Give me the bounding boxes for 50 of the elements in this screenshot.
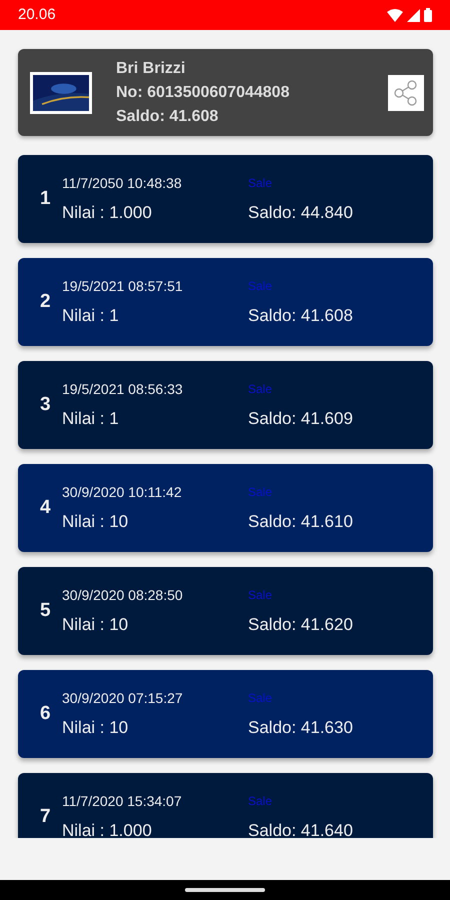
battery-icon <box>424 8 432 22</box>
transaction-amount: Nilai : 10 <box>62 716 130 739</box>
row-number: 4 <box>40 496 52 520</box>
transaction-card[interactable]: 5 30/9/2020 08:28:50 Sale Nilai : 10 Saldo: 41.620 <box>18 567 433 655</box>
wifi-icon <box>387 8 403 22</box>
transaction-datetime: 30/9/2020 08:28:50 <box>62 586 184 605</box>
row-number: 6 <box>40 702 52 726</box>
transaction-card[interactable]: 1 11/7/2050 10:48:38 Sale Nilai : 1.000 Saldo: 44.840 <box>18 155 433 243</box>
transaction-card[interactable]: 3 19/5/2021 08:56:33 Sale Nilai : 1 Saldo: 41.609 <box>18 361 433 449</box>
status-time: 20.06 <box>18 4 56 25</box>
transaction-balance: Saldo: 41.640 <box>248 820 353 838</box>
transaction-card[interactable]: 4 30/9/2020 10:11:42 Sale Nilai : 10 Saldo: 41.610 <box>18 464 433 552</box>
transaction-card[interactable]: 6 30/9/2020 07:15:27 Sale Nilai : 10 Saldo: 41.630 <box>18 670 433 758</box>
share-button[interactable] <box>388 74 424 110</box>
transaction-amount: Nilai : 1.000 <box>62 820 153 838</box>
transaction-balance: Saldo: 41.630 <box>248 716 353 739</box>
row-number: 3 <box>40 392 52 417</box>
row-number: 2 <box>40 290 52 314</box>
transaction-amount: Nilai : 1 <box>62 304 120 327</box>
transaction-type: Sale <box>248 278 272 296</box>
transaction-card[interactable]: 7 11/7/2020 15:34:07 Sale Nilai : 1.000 Saldo: 41.640 <box>18 773 433 838</box>
row-number: 1 <box>40 186 52 211</box>
card-name: Bri Brizzi <box>116 58 186 78</box>
transaction-amount: Nilai : 1 <box>62 408 120 430</box>
transaction-type: Sale <box>248 175 272 192</box>
transaction-balance: Saldo: 41.620 <box>248 614 353 636</box>
card-number: No: 6013500607044808 <box>116 82 290 102</box>
transaction-datetime: 19/5/2021 08:57:51 <box>62 276 184 296</box>
transaction-card[interactable]: 2 19/5/2021 08:57:51 Sale Nilai : 1 Saldo: 41.608 <box>18 258 433 346</box>
transaction-amount: Nilai : 10 <box>62 510 130 533</box>
transaction-type: Sale <box>248 793 272 810</box>
card-balance: Saldo: 41.608 <box>116 106 220 126</box>
transaction-amount: Nilai : 10 <box>62 614 130 636</box>
transaction-datetime: 30/9/2020 10:11:42 <box>62 482 183 502</box>
row-number: 7 <box>40 804 52 829</box>
transaction-balance: Saldo: 41.610 <box>248 510 353 533</box>
transaction-balance: Saldo: 44.840 <box>248 202 353 224</box>
transaction-datetime: 11/7/2020 15:34:07 <box>62 792 183 811</box>
transaction-balance: Saldo: 41.609 <box>248 408 353 430</box>
signal-icon <box>407 8 420 22</box>
transaction-type: Sale <box>248 381 272 398</box>
transaction-balance: Saldo: 41.608 <box>248 304 353 327</box>
transaction-amount: Nilai : 1.000 <box>62 202 153 224</box>
transaction-datetime: 11/7/2050 10:48:38 <box>62 174 183 193</box>
transaction-type: Sale <box>248 484 272 502</box>
transaction-datetime: 19/5/2021 08:56:33 <box>62 380 184 399</box>
row-number: 5 <box>40 598 52 623</box>
transaction-type: Sale <box>248 587 272 604</box>
transaction-datetime: 30/9/2020 07:15:27 <box>62 688 184 708</box>
transaction-type: Sale <box>248 690 272 708</box>
